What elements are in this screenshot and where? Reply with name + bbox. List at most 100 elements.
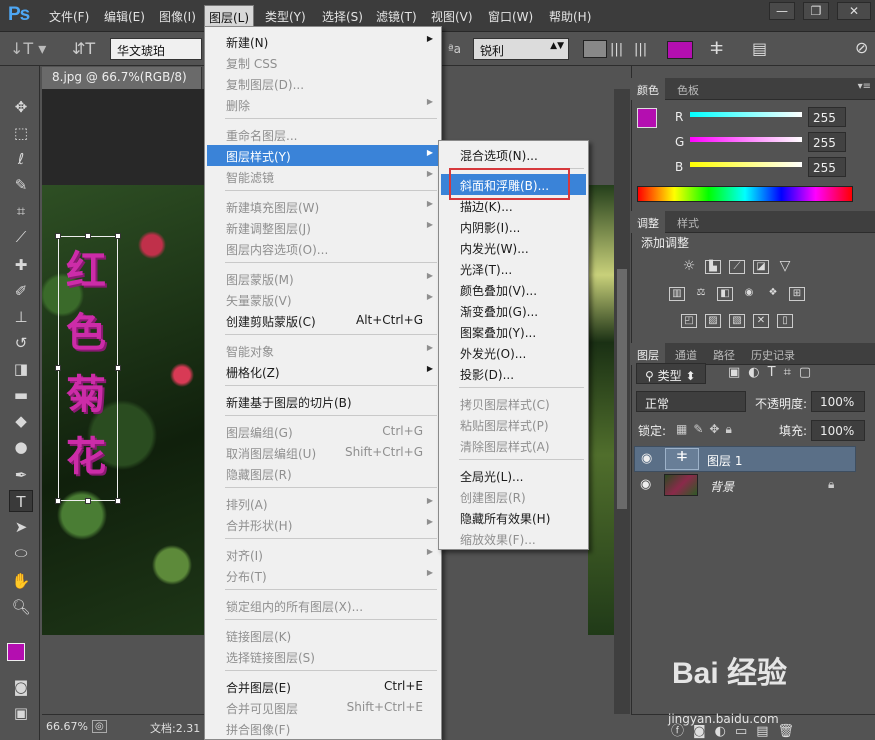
restore-button[interactable]: ❐ <box>803 2 829 20</box>
marquee-tool-icon[interactable]: ⬚ <box>9 122 33 144</box>
cancel-icon[interactable]: ⊘ <box>855 38 868 57</box>
ellipse-tool-icon[interactable]: ⬭ <box>9 542 33 564</box>
menu-image[interactable]: 图像(I) <box>159 8 196 25</box>
tab-adjustments[interactable]: 调整 <box>631 211 665 233</box>
transform-handle[interactable] <box>115 498 121 504</box>
fg-color-swatch[interactable] <box>637 108 657 128</box>
lock-icons[interactable]: ▦✎✥🔒︎ <box>676 422 738 437</box>
menu-item[interactable]: 栅格化(Z) ▶ <box>207 361 439 382</box>
menu-item[interactable]: 图案叠加(Y)... <box>441 321 586 342</box>
transform-handle[interactable] <box>55 498 61 504</box>
text-color-swatch[interactable] <box>667 41 693 59</box>
menu-item[interactable]: 内阴影(I)... <box>441 216 586 237</box>
menu-item[interactable]: 隐藏所有效果(H) <box>441 507 586 528</box>
layer-filter-select[interactable]: ⚲ 类型 ⬍ <box>636 363 706 384</box>
align-right-icon[interactable]: ||| <box>634 42 647 57</box>
type-tool-icon[interactable]: ↓T ▾ <box>10 39 46 58</box>
channel-g-slider[interactable] <box>690 137 802 142</box>
eyedropper-tool-icon[interactable]: ⟋ <box>9 226 33 248</box>
invert-icon[interactable]: ◰ <box>681 314 697 328</box>
brightness-icon[interactable]: ☼ <box>681 259 697 274</box>
text-orientation-icon[interactable]: ⇵T <box>72 39 95 58</box>
history-brush-icon[interactable]: ↺ <box>9 332 33 354</box>
black-white-icon[interactable]: ◧ <box>717 287 733 301</box>
filter-icons[interactable]: ▣◐T⌗▢ <box>728 365 819 380</box>
gradient-tool-icon[interactable]: ▬ <box>9 384 33 406</box>
path-select-icon[interactable]: ➤ <box>9 516 33 538</box>
opacity-input[interactable]: 100% <box>811 391 865 412</box>
color-lookup-icon[interactable]: ⊞ <box>789 287 805 301</box>
menu-item[interactable]: 颜色叠加(V)... <box>441 279 586 300</box>
channel-r-value[interactable]: 255 <box>808 107 846 127</box>
gradient-map-icon[interactable]: ✕ <box>753 314 769 328</box>
lasso-tool-icon[interactable]: ℓ <box>9 148 33 170</box>
fill-input[interactable]: 100% <box>811 420 865 441</box>
align-center-icon[interactable]: ||| <box>610 42 623 57</box>
color-spectrum-bar[interactable] <box>637 186 853 202</box>
brush-tool-icon[interactable]: ✐ <box>9 280 33 302</box>
photo-filter-icon[interactable]: ◉ <box>741 287 757 301</box>
foreground-color-swatch[interactable] <box>7 643 25 661</box>
tab-styles[interactable]: 样式 <box>671 211 705 233</box>
exposure-icon[interactable]: ◪ <box>753 260 769 274</box>
close-button[interactable]: ✕ <box>837 2 871 20</box>
layer-row-background[interactable]: ◉ 背景 🔒︎ <box>634 473 856 499</box>
channel-mixer-icon[interactable]: ❖ <box>765 287 781 301</box>
vibrance-icon[interactable]: ▽ <box>777 259 793 274</box>
selective-color-icon[interactable]: ▯ <box>777 314 793 328</box>
scrollbar-thumb[interactable] <box>617 269 627 509</box>
transform-handle[interactable] <box>115 365 121 371</box>
menu-file[interactable]: 文件(F) <box>49 8 89 25</box>
tab-history[interactable]: 历史记录 <box>745 343 801 365</box>
vertical-scrollbar[interactable] <box>614 89 630 714</box>
visibility-eye-icon[interactable]: ◉ <box>640 477 651 492</box>
transform-handle[interactable] <box>55 365 61 371</box>
document-tab[interactable]: 8.jpg @ 66.7%(RGB/8) <box>42 67 202 89</box>
menu-select[interactable]: 选择(S) <box>322 8 363 25</box>
transform-handle[interactable] <box>85 498 91 504</box>
menu-help[interactable]: 帮助(H) <box>549 8 591 25</box>
panel-menu-icon[interactable]: ▾≡ <box>858 81 871 92</box>
visibility-eye-icon[interactable]: ◉ <box>641 451 652 466</box>
move-tool-icon[interactable]: ✥ <box>9 96 33 118</box>
healing-brush-icon[interactable]: ✚ <box>9 254 33 276</box>
transform-handle[interactable] <box>115 233 121 239</box>
transform-handle[interactable] <box>85 233 91 239</box>
character-panel-icon[interactable]: ▤ <box>752 39 767 58</box>
channel-b-slider[interactable] <box>690 162 802 167</box>
tab-paths[interactable]: 路径 <box>707 343 741 365</box>
quick-select-tool-icon[interactable]: ✎ <box>9 174 33 196</box>
menu-window[interactable]: 窗口(W) <box>488 8 533 25</box>
menu-edit[interactable]: 编辑(E) <box>104 8 145 25</box>
menu-view[interactable]: 视图(V) <box>431 8 473 25</box>
tab-channels[interactable]: 通道 <box>669 343 703 365</box>
color-balance-icon[interactable]: ⚖ <box>693 287 709 301</box>
menu-layer[interactable]: 图层(L) <box>204 5 255 27</box>
blur-tool-icon[interactable]: ◆ <box>9 410 33 432</box>
menu-item[interactable]: 混合选项(N)... <box>441 144 586 165</box>
quick-mask-icon[interactable]: ◙ <box>9 676 33 698</box>
zoom-tool-icon[interactable]: 🔍︎ <box>9 596 33 618</box>
menu-item[interactable]: 新建基于图层的切片(B) <box>207 391 439 412</box>
tab-layers[interactable]: 图层 <box>631 343 665 365</box>
curves-icon[interactable]: ⟋ <box>729 260 745 274</box>
menu-item[interactable]: 图层样式(Y) ▶ <box>207 145 439 166</box>
channel-b-value[interactable]: 255 <box>808 157 846 177</box>
menu-item[interactable]: 投影(D)... <box>441 363 586 384</box>
menu-item[interactable]: 外发光(O)... <box>441 342 586 363</box>
eraser-tool-icon[interactable]: ◨ <box>9 358 33 380</box>
levels-icon[interactable]: ▙ <box>705 260 721 274</box>
hue-sat-icon[interactable]: ▥ <box>669 287 685 301</box>
posterize-icon[interactable]: ▨ <box>705 314 721 328</box>
menu-item[interactable]: 合并图层(E) Ctrl+E <box>207 676 439 697</box>
transform-handle[interactable] <box>55 233 61 239</box>
threshold-icon[interactable]: ▧ <box>729 314 745 328</box>
layer-name[interactable]: 图层 1 <box>707 452 742 469</box>
minimize-button[interactable]: — <box>769 2 795 20</box>
layer-row-layer1[interactable]: ◉ ⵐ 图层 1 <box>634 446 856 472</box>
crop-tool-icon[interactable]: ⌗ <box>9 200 33 222</box>
transform-bounding-box[interactable] <box>58 236 118 501</box>
channel-g-value[interactable]: 255 <box>808 132 846 152</box>
menu-item[interactable]: 全局光(L)... <box>441 465 586 486</box>
menu-item[interactable]: 新建(N) ▶ <box>207 31 439 52</box>
